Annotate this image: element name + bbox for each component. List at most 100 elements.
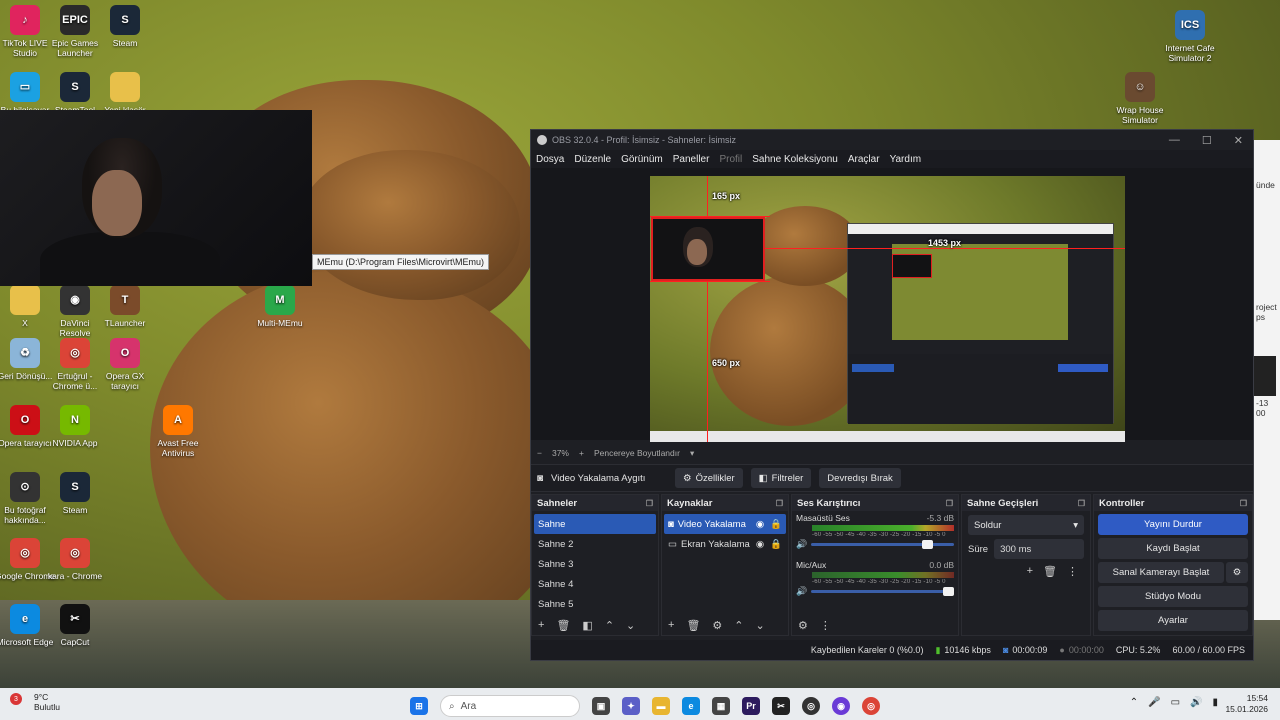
lock-icon[interactable]: 🔒 <box>770 519 782 530</box>
menu-duzenle[interactable]: Düzenle <box>574 154 611 165</box>
move-down-button[interactable]: ⌄ <box>756 619 765 632</box>
remove-source-button[interactable]: 🗑 <box>686 619 700 632</box>
zoom-out-button[interactable]: − <box>537 448 542 458</box>
filters-button[interactable]: ◧ Filtreler <box>750 468 812 488</box>
volume-slider[interactable] <box>811 586 954 596</box>
chrome-icon[interactable]: ◎ <box>862 697 880 715</box>
microphone-icon[interactable]: 🎤 <box>1148 697 1160 708</box>
background-window-edge[interactable]: ünde roject ps -13 00 <box>1254 140 1280 620</box>
menu-yardim[interactable]: Yardım <box>890 154 922 165</box>
desktop-icon[interactable]: S Steam <box>45 472 105 515</box>
desktop-icon[interactable]: T TLauncher <box>95 285 155 328</box>
transition-select[interactable]: Soldur ▾ <box>968 515 1084 535</box>
obs-taskbar-icon[interactable]: ◎ <box>802 697 820 715</box>
virtual-camera-settings-button[interactable]: ⚙ <box>1226 562 1248 583</box>
settings-button[interactable]: Ayarlar <box>1098 610 1248 631</box>
zoom-in-button[interactable]: + <box>579 448 584 458</box>
desktop-icon[interactable]: O Opera GX tarayıcı <box>95 338 155 391</box>
chevron-up-icon[interactable]: ⌃ <box>1130 697 1138 708</box>
desktop-icon[interactable]: ◎ kara - Chrome <box>45 538 105 581</box>
store-icon[interactable]: ▦ <box>712 697 730 715</box>
edge-icon[interactable]: e <box>682 697 700 715</box>
volume-icon[interactable]: 🔊 <box>1190 697 1202 708</box>
scene-item[interactable]: Sahne 4 <box>534 574 656 594</box>
menu-paneller[interactable]: Paneller <box>673 154 710 165</box>
dock-undock-icon[interactable]: ❐ <box>776 499 783 508</box>
volume-slider[interactable] <box>811 539 954 549</box>
obs-titlebar[interactable]: OBS 32.0.4 - Profil: İsimsiz - Sahneler:… <box>531 130 1253 150</box>
advanced-audio-button[interactable]: ⚙ <box>798 619 808 632</box>
volume-slider-knob[interactable] <box>943 586 954 596</box>
add-transition-button[interactable]: + <box>1027 565 1033 578</box>
discord-icon[interactable]: ◉ <box>832 697 850 715</box>
menu-araclar[interactable]: Araçlar <box>848 154 880 165</box>
move-up-button[interactable]: ⌃ <box>734 619 743 632</box>
clock[interactable]: 15:54 15.01.2026 <box>1225 693 1268 715</box>
properties-button[interactable]: ⚙ Özellikler <box>675 468 743 488</box>
battery-icon[interactable]: ▮ <box>1212 697 1218 708</box>
capcut-icon[interactable]: ✂ <box>772 697 790 715</box>
minimize-button[interactable]: — <box>1169 134 1180 147</box>
speaker-icon[interactable]: 🔊 <box>796 586 807 597</box>
menu-sahne-koleksiyonu[interactable]: Sahne Koleksiyonu <box>752 154 838 165</box>
source-item[interactable]: ◙ Video Yakalama ◉ 🔒 <box>664 514 786 534</box>
close-button[interactable]: ✕ <box>1234 134 1243 147</box>
premiere-icon[interactable]: Pr <box>742 697 760 715</box>
dock-undock-icon[interactable]: ❐ <box>646 499 653 508</box>
windows-start-icon[interactable]: ⊞ <box>410 697 428 715</box>
scene-filters-button[interactable]: ◧ <box>582 619 592 632</box>
desktop-icon[interactable]: ☺ Wrap House Simulator <box>1110 72 1170 125</box>
dock-undock-icon[interactable]: ❐ <box>1078 499 1085 508</box>
duration-input[interactable]: 300 ms <box>994 539 1084 559</box>
move-up-button[interactable]: ⌃ <box>605 619 614 632</box>
scene-item[interactable]: Sahne 2 <box>534 534 656 554</box>
display-icon[interactable]: ▭ <box>1171 697 1180 708</box>
desktop-icon[interactable]: A Avast Free Antivirus <box>148 405 208 458</box>
source-label: Video Yakalama <box>677 518 746 530</box>
menu-profil[interactable]: Profil <box>719 154 742 165</box>
weather-widget[interactable]: 3 9°C Bulutlu <box>10 692 60 712</box>
fit-window-dropdown[interactable]: Pencereye Boyutlandır <box>594 448 680 458</box>
maximize-button[interactable]: ☐ <box>1202 134 1212 147</box>
menu-gorunum[interactable]: Görünüm <box>621 154 663 165</box>
more-options-button[interactable]: ⋮ <box>820 619 831 632</box>
scene-item[interactable]: Sahne <box>534 514 656 534</box>
scenes-dock: Sahneler ❐ Sahne Sahne 2 Sahne 3 Sahne 4 Sahn… <box>531 494 659 636</box>
menu-dosya[interactable]: Dosya <box>536 154 564 165</box>
scene-item[interactable]: Sahne 5 <box>534 594 656 614</box>
add-scene-button[interactable]: + <box>538 619 544 631</box>
dock-undock-icon[interactable]: ❐ <box>1240 499 1247 508</box>
remove-transition-button[interactable]: 🗑 <box>1043 565 1057 578</box>
speaker-icon[interactable]: 🔊 <box>796 539 807 550</box>
file-explorer-icon[interactable]: ▬ <box>652 697 670 715</box>
source-item[interactable]: ▭ Ekran Yakalama ◉ 🔒 <box>664 534 786 554</box>
preview-webcam-source[interactable] <box>651 217 765 281</box>
add-source-button[interactable]: + <box>668 619 674 631</box>
remove-scene-button[interactable]: 🗑 <box>556 619 570 632</box>
desktop-icon[interactable]: ICS Internet Cafe Simulator 2 <box>1160 10 1220 63</box>
desktop-icon[interactable]: S Steam <box>95 5 155 48</box>
start-recording-button[interactable]: Kaydı Başlat <box>1098 538 1248 559</box>
more-options-button[interactable]: ⋮ <box>1067 565 1078 578</box>
stop-stream-button[interactable]: Yayını Durdur <box>1098 514 1248 535</box>
desktop-icon[interactable]: N NVIDIA App <box>45 405 105 448</box>
preview-canvas[interactable]: 165 px 650 px 1453 px <box>650 176 1125 442</box>
scene-item[interactable]: Sahne 3 <box>534 554 656 574</box>
start-virtual-camera-button[interactable]: Sanal Kamerayı Başlat <box>1098 562 1224 583</box>
source-settings-button[interactable]: ⚙ <box>712 619 722 632</box>
eye-icon[interactable]: ◉ <box>756 519 764 530</box>
task-view-icon[interactable]: ▣ <box>592 697 610 715</box>
desktop-icon[interactable]: Yeni klasör <box>95 72 155 115</box>
volume-slider-knob[interactable] <box>921 539 933 549</box>
desktop-icon[interactable]: M Multi-MEmu <box>250 285 310 328</box>
copilot-icon[interactable]: ✦ <box>622 697 640 715</box>
studio-mode-button[interactable]: Stüdyo Modu <box>1098 586 1248 607</box>
chevron-down-icon[interactable]: ▾ <box>690 448 694 459</box>
lock-icon[interactable]: 🔒 <box>770 539 782 550</box>
taskbar-search[interactable]: ⌕ Ara <box>440 695 580 717</box>
eye-icon[interactable]: ◉ <box>756 539 764 550</box>
dock-undock-icon[interactable]: ❐ <box>946 499 953 508</box>
desktop-icon[interactable]: ✂ CapCut <box>45 604 105 647</box>
move-down-button[interactable]: ⌄ <box>626 619 635 632</box>
deactivate-button[interactable]: Devredışı Bırak <box>819 468 901 488</box>
